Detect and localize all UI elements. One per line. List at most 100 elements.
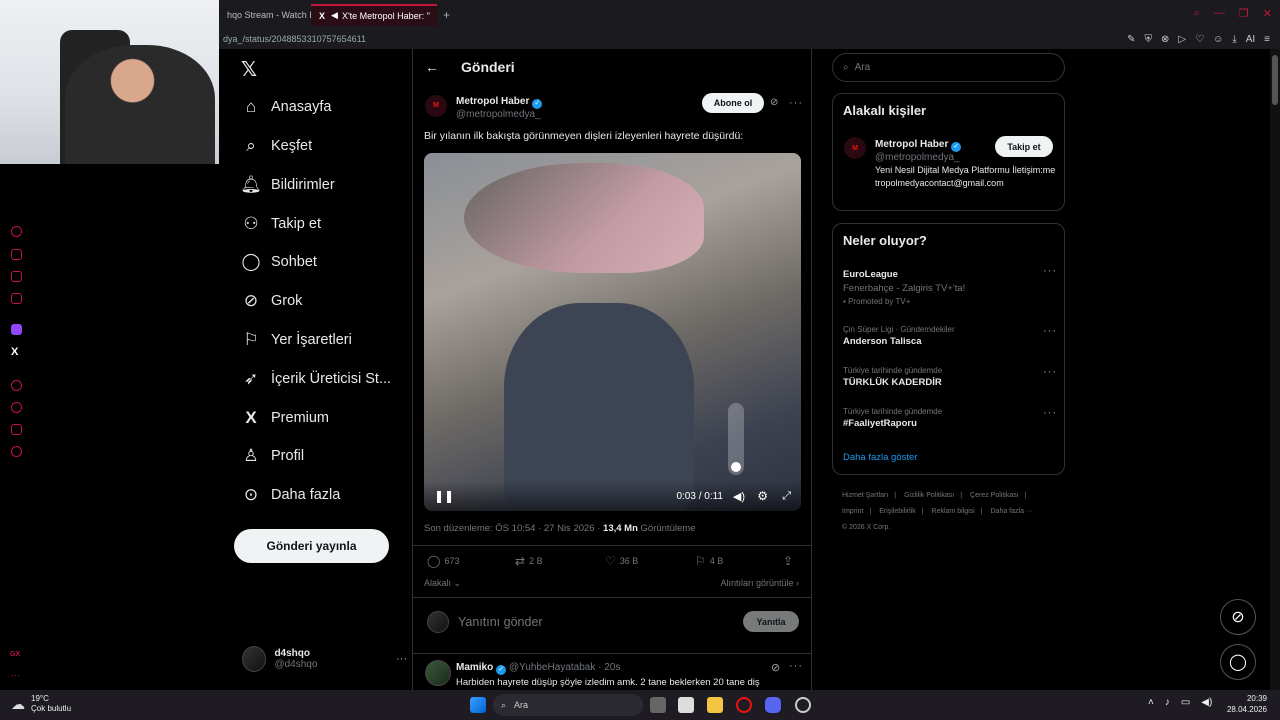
search-icon[interactable]: ⌕ [1194,7,1200,20]
search-input[interactable]: ⌕ Ara [832,53,1065,82]
reply-button[interactable]: Yanıtla [743,611,799,632]
trend-more-icon[interactable]: ··· [1043,325,1057,337]
play-icon[interactable]: ▷ [1178,34,1186,45]
x-home-logo-icon[interactable]: 𝕏 [241,57,257,82]
nav-item-grok[interactable]: ⊘ Grok [241,289,303,313]
x-sidebar-icon[interactable]: X [11,346,18,358]
profile-icon[interactable]: ☺ [1213,34,1223,45]
store-icon[interactable] [678,697,694,713]
nav-item-chat[interactable]: ◯ Sohbet [241,250,316,274]
ai-button[interactable]: AI [1246,34,1255,45]
footer-link[interactable]: Reklam bilgisi [932,508,975,515]
app-icon[interactable] [795,697,811,713]
speed-dial-icon[interactable] [11,226,22,237]
taskbar-clock[interactable]: 20:39 28.04.2026 [1227,693,1267,715]
sort-relevant-dropdown[interactable]: Alakalı ⌄ [424,578,461,589]
settings-icon[interactable]: ⚙ [757,489,768,503]
chevron-up-icon[interactable]: ˄ [1148,697,1154,708]
reply-author-name[interactable]: Mamiko [456,662,493,673]
nav-item-follow[interactable]: ⚇ Takip et [241,212,321,236]
author-handle[interactable]: @metropolmedya_ [456,109,542,120]
volume-icon[interactable]: ◀) [733,490,745,503]
account-switcher[interactable]: d4shqo @d4shqo ··· [242,643,407,675]
related-name[interactable]: Metropol Haber [875,139,948,150]
twitch-icon[interactable] [11,324,22,335]
author-name[interactable]: Metropol Haber [456,96,529,107]
microphone-icon[interactable]: ♪ [1165,697,1170,708]
grok-float-button[interactable]: ⊘ [1220,599,1256,635]
chat-float-button[interactable]: ◯ [1220,644,1256,680]
more-icon[interactable]: ··· [11,670,20,680]
author-avatar[interactable]: M [425,94,447,117]
page-scrollbar[interactable] [1270,49,1280,690]
url-field[interactable]: dya_/status/2048853310757654611 [219,34,1127,44]
back-arrow-icon[interactable]: ← [425,59,449,75]
taskbar-search[interactable]: ⌕ Ara [493,694,643,716]
repost-action[interactable]: ⇄ 2 B [515,554,543,568]
reply-action[interactable]: ◯ 673 [427,554,459,568]
reply-post[interactable]: Mamiko ✓ @YuhbeHayatabak · 20s Harbiden h… [425,660,805,688]
browser-tab-active[interactable]: X ◀ X'te Metropol Haber: " [311,3,437,26]
fullscreen-icon[interactable]: ⤢ [782,490,791,503]
trend-item[interactable]: Çin Süper Ligi · Gündemdekiler Anderson … [843,325,1053,347]
volume-slider[interactable] [728,403,744,475]
nav-item-home[interactable]: ⌂ Anasayfa [241,95,332,119]
weather-widget[interactable]: ☁ 19°C Çok bulutlu [11,694,71,714]
nav-item-more[interactable]: ⊙ Daha fazla [241,483,340,507]
follow-button[interactable]: Takip et [995,136,1053,157]
related-avatar[interactable]: M [844,137,866,159]
messenger-icon[interactable] [11,271,22,282]
post-more-icon[interactable]: ··· [789,97,803,109]
footer-link[interactable]: Daha fazla ··· [991,508,1033,515]
pin-icon[interactable]: ✎ [1127,34,1135,45]
view-quotes-link[interactable]: Alıntıları görüntüle › [720,578,799,588]
file-explorer-icon[interactable] [707,697,723,713]
reply-author-handle[interactable]: @YuhbeHayatabak [509,662,595,673]
extensions-icon[interactable] [11,424,22,435]
settings-icon[interactable] [11,446,22,457]
adblock-icon[interactable]: ⊗ [1161,34,1169,45]
nav-item-profile[interactable]: ♙ Profil [241,444,304,468]
video-player[interactable]: ❚❚ 0:03 / 0:11 ◀) ⚙ ⤢ [424,153,801,511]
grok-explain-icon[interactable]: ⊘ [771,661,781,674]
monitor-icon[interactable]: ▭ [1181,697,1190,708]
show-more-link[interactable]: Daha fazla göster [843,452,917,463]
nav-item-notifications[interactable]: 🔔︎ Bildirimler [240,173,334,197]
nav-item-premium[interactable]: X Premium [241,406,329,430]
related-handle[interactable]: @metropolmedya_ [875,152,995,163]
discord-icon[interactable] [765,697,781,713]
footer-link[interactable]: Imprint [842,508,863,515]
heart-icon[interactable]: ♡ [1195,34,1204,45]
nav-item-explore[interactable]: ⌕ Keşfet [241,134,312,158]
footer-link[interactable]: Hizmet Şartları [842,492,888,499]
scrollbar-thumb[interactable] [1272,55,1278,105]
history-icon[interactable] [11,402,22,413]
footer-link[interactable]: Gizlilik Politikası [904,492,954,499]
trend-more-icon[interactable]: ··· [1043,366,1057,378]
share-action[interactable]: ⇪ [783,554,793,568]
nav-item-creator-studio[interactable]: ➶ İçerik Üreticisi St... [241,367,391,391]
music-icon[interactable] [11,293,22,304]
trend-item[interactable]: Türkiye tarihinde gündemde #FaaliyetRapo… [843,407,1053,429]
reply-more-icon[interactable]: ··· [789,660,803,672]
menu-icon[interactable]: ≡ [1264,34,1270,45]
like-action[interactable]: ♡ 36 B [605,554,638,568]
browser-tab[interactable]: hqo Stream - Watch L [219,4,311,26]
trend-more-icon[interactable]: ··· [1043,407,1057,419]
trend-more-icon[interactable]: ··· [1043,265,1057,277]
nav-item-bookmarks[interactable]: ⚐ Yer İşaretleri [241,328,352,352]
trend-item[interactable]: EuroLeague Fenerbahçe - Zalgiris TV+'ta!… [843,267,1053,306]
account-more-icon[interactable]: ··· [396,653,407,665]
opera-gx-icon[interactable] [736,697,752,713]
close-icon[interactable]: ✕ [1263,7,1272,20]
subscribe-button[interactable]: Abone ol [702,93,764,113]
maximize-icon[interactable]: ❐ [1239,7,1249,20]
trend-item[interactable]: Türkiye tarihinde gündemde TÜRKLÜK KADER… [843,366,1053,388]
bookmark-action[interactable]: ⚐ 4 B [695,554,723,568]
download-icon[interactable]: ⤓ [1232,34,1236,45]
player-icon[interactable] [11,380,22,391]
aria-icon[interactable] [11,249,22,260]
new-tab-button[interactable]: + [437,8,456,22]
footer-link[interactable]: Çerez Politikası [970,492,1019,499]
volume-icon[interactable]: ◀) [1201,697,1212,708]
